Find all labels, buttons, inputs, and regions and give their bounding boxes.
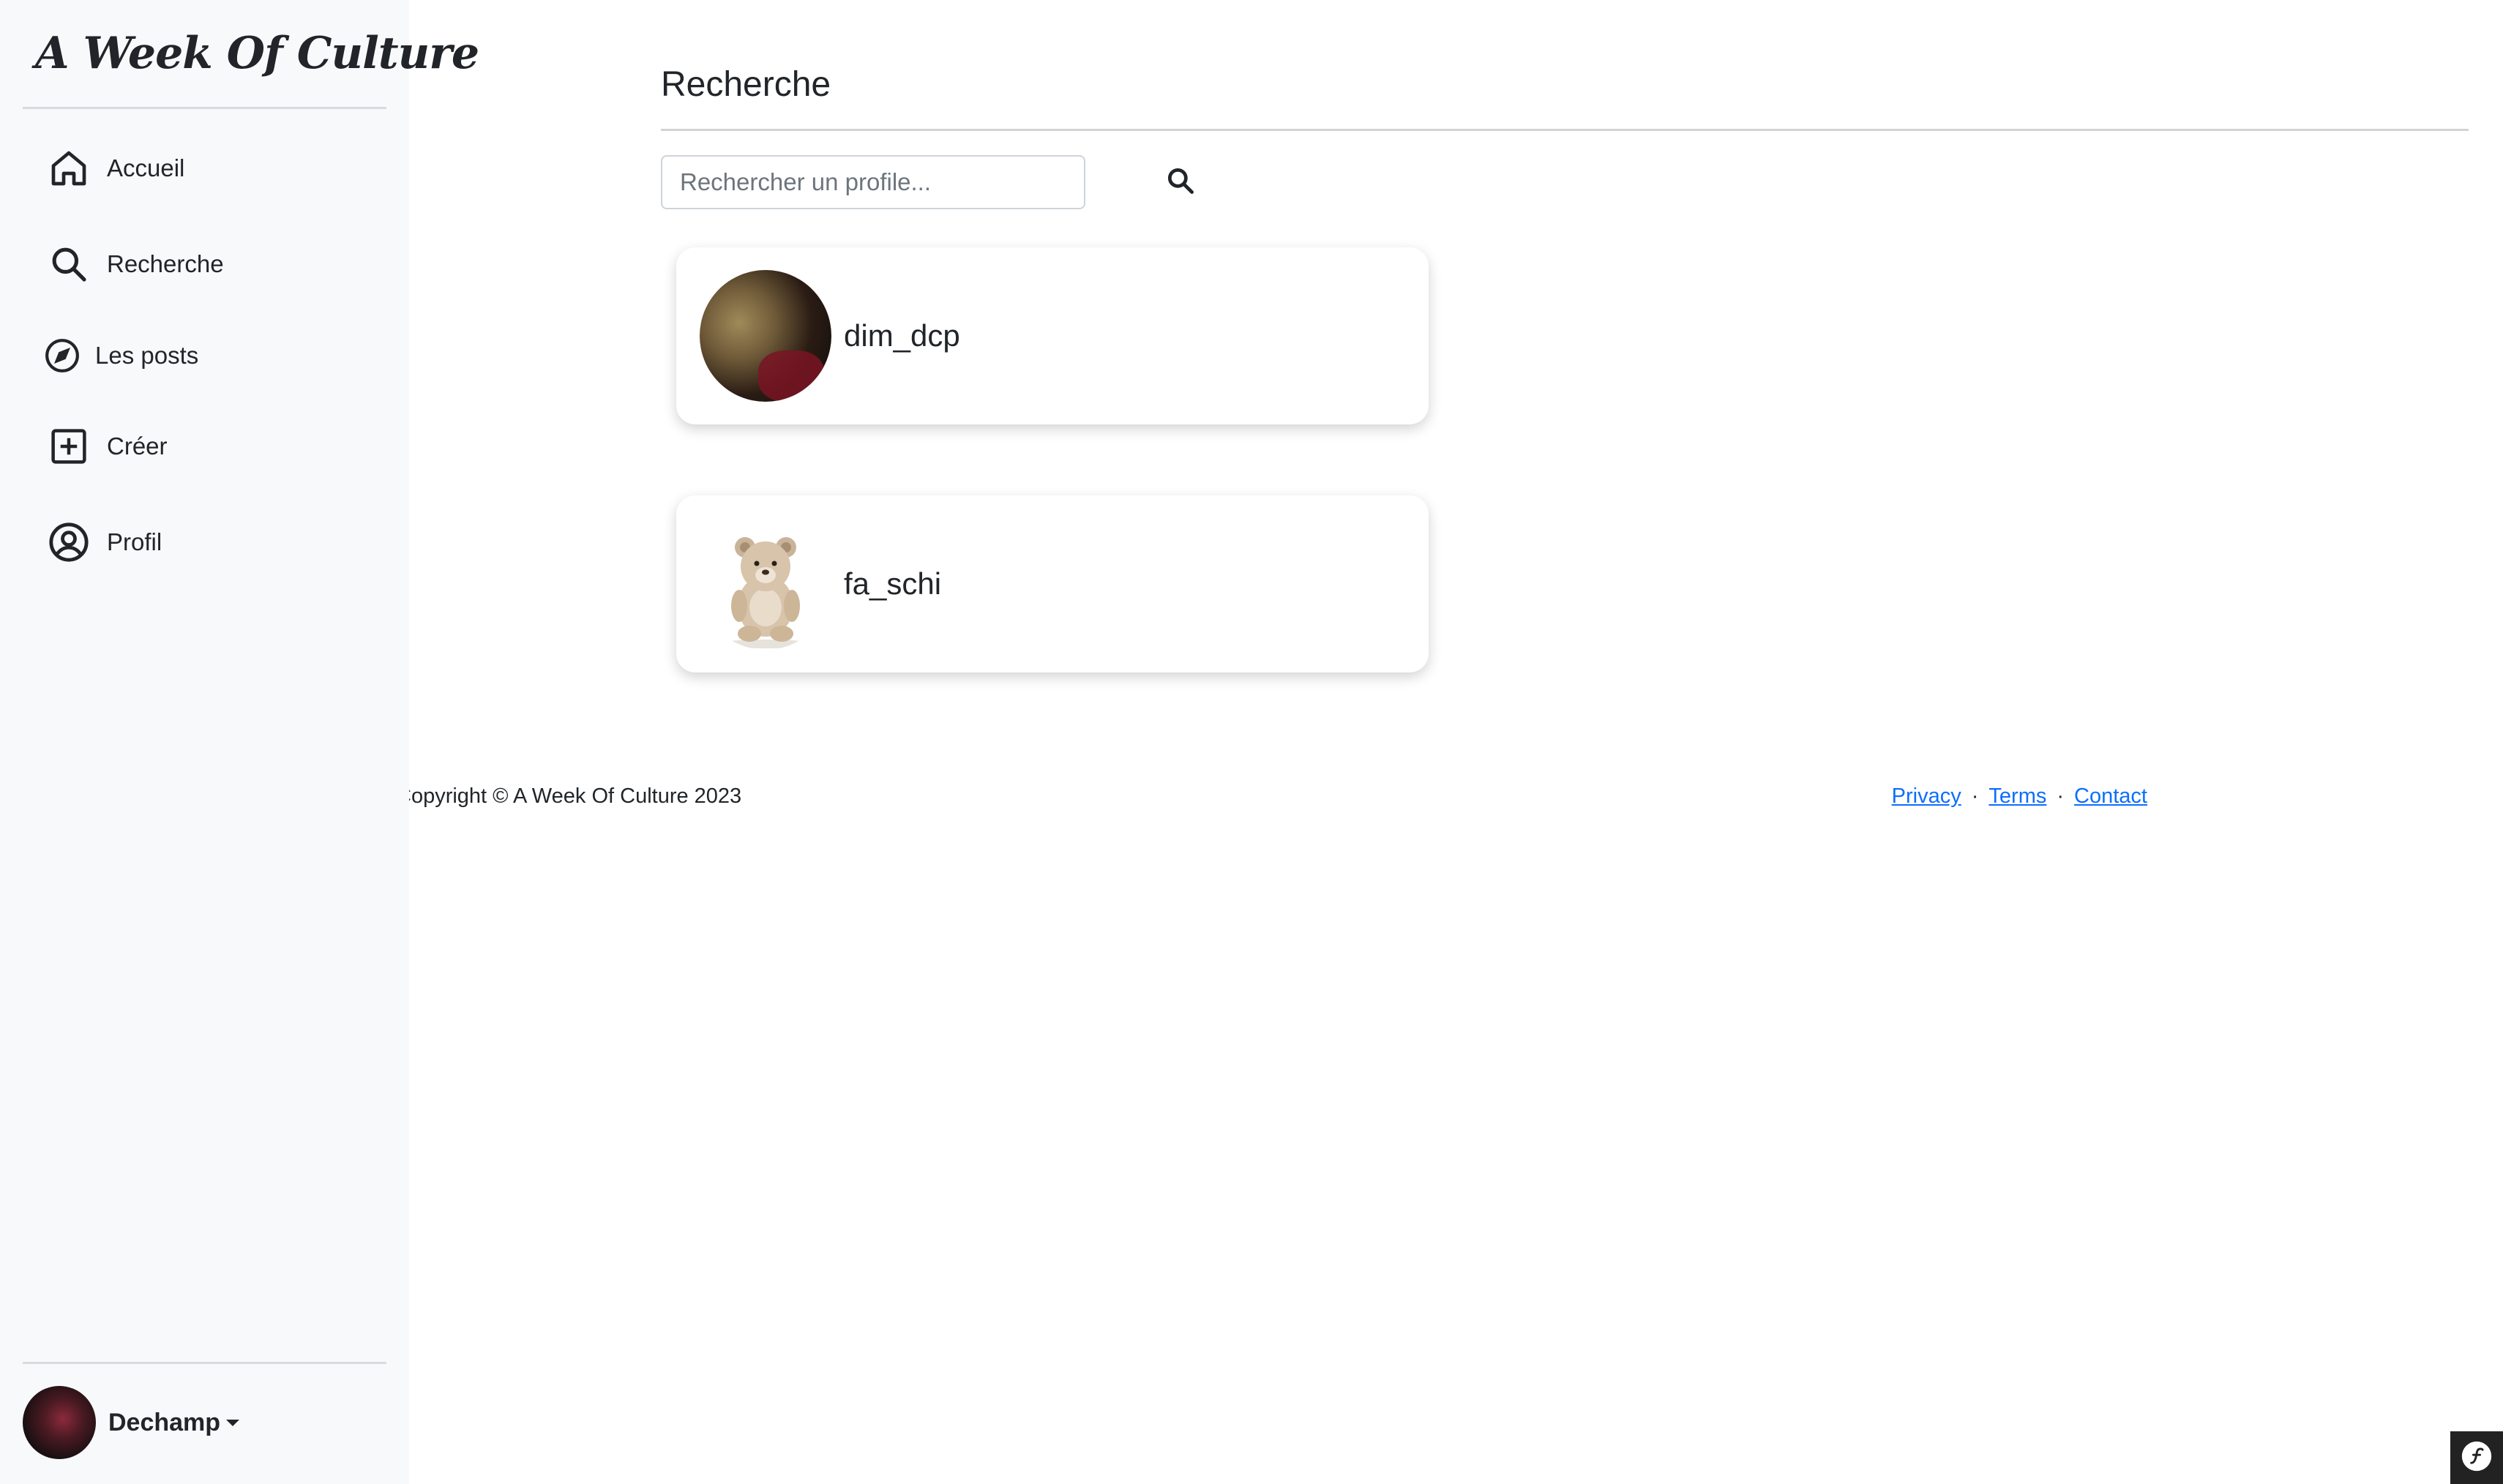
footer-separator: · (2057, 784, 2065, 808)
search-button[interactable] (1156, 158, 1205, 206)
plus-square-icon (45, 423, 92, 470)
symfony-toolbar-button[interactable] (2450, 1431, 2503, 1484)
symfony-icon (2461, 1440, 2493, 1476)
title-divider (661, 129, 2469, 131)
sidebar-item-recherche[interactable]: Recherche (45, 239, 224, 290)
sidebar-item-les-posts[interactable]: Les posts (44, 330, 198, 381)
user-menu[interactable]: Dechamp (23, 1386, 240, 1459)
sidebar-item-label: Recherche (107, 250, 224, 277)
search-icon (45, 241, 92, 288)
profile-username: dim_dcp (844, 318, 960, 353)
sidebar-item-label: Les posts (95, 342, 199, 369)
footer-link-privacy[interactable]: Privacy (1892, 784, 1961, 808)
teddy-bear-icon (700, 518, 831, 650)
page-title: Recherche (661, 65, 831, 104)
user-circle-icon (45, 519, 92, 566)
sidebar-divider-top (23, 107, 386, 109)
brand-logo[interactable]: A Week Of Culture (35, 28, 479, 79)
avatar (23, 1386, 96, 1459)
sidebar-item-creer[interactable]: Créer (45, 421, 168, 472)
footer-link-terms[interactable]: Terms (1988, 784, 2046, 808)
sidebar: A Week Of Culture Accueil Recherche Les … (0, 0, 479, 1484)
profile-username: fa_schi (844, 566, 942, 601)
sidebar-divider-bottom (23, 1362, 386, 1364)
footer-separator: · (1971, 784, 1979, 808)
sidebar-item-profil[interactable]: Profil (45, 517, 162, 568)
compass-icon (44, 332, 81, 379)
footer-links: Privacy · Terms · Contact (1892, 784, 2147, 809)
user-name: Dechamp (108, 1408, 221, 1436)
sidebar-item-label: Créer (107, 432, 168, 460)
profile-card[interactable]: dim_dcp (676, 247, 1429, 424)
footer-link-contact[interactable]: Contact (2074, 784, 2147, 808)
footer-copyright: Copyright © A Week Of Culture 2023 (409, 784, 742, 808)
profile-card[interactable]: fa_schi (676, 495, 1429, 672)
search-input[interactable] (661, 155, 1085, 209)
sidebar-item-accueil[interactable]: Accueil (45, 143, 184, 194)
home-icon (45, 145, 92, 192)
search-icon (1164, 165, 1197, 201)
sidebar-item-label: Profil (107, 528, 162, 555)
sidebar-item-label: Accueil (107, 154, 185, 181)
avatar (700, 270, 831, 402)
caret-down-icon (226, 1419, 240, 1426)
